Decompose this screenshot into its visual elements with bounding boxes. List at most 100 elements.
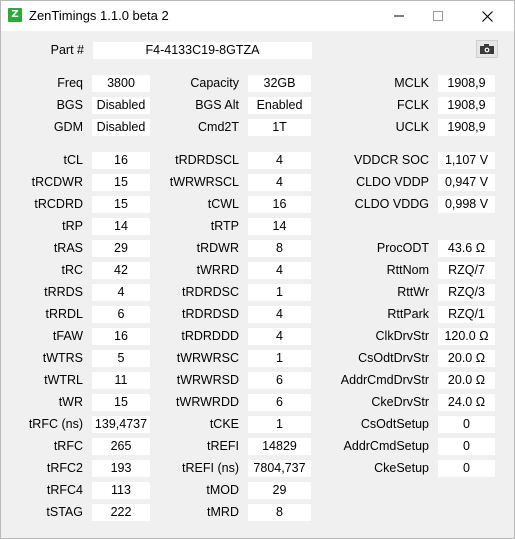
- twrrd-value: 4: [248, 262, 311, 279]
- ckedrvstr-label: CkeDrvStr: [371, 395, 429, 409]
- csodtdrvstr-label: CsOdtDrvStr: [358, 351, 429, 365]
- bgs-alt-label: BGS Alt: [195, 98, 239, 112]
- twrwrsd-label: tWRWRSD: [176, 373, 239, 387]
- twrwrsc-label: tWRWRSC: [176, 351, 239, 365]
- vddcr-soc-label: VDDCR SOC: [353, 153, 429, 167]
- tmod-value: 29: [248, 482, 311, 499]
- vddcr-soc-value: 1,107 V: [438, 152, 495, 169]
- gdm-value: Disabled: [92, 119, 150, 136]
- ckedrvstr-value: 24.0 Ω: [438, 394, 495, 411]
- trefi-label: tREFI: [207, 439, 239, 453]
- tcwl-label: tCWL: [207, 197, 239, 211]
- tras-value: 29: [92, 240, 150, 257]
- trtp-value: 14: [248, 218, 311, 235]
- trfc-ns-value: 139,4737: [92, 416, 150, 433]
- close-button[interactable]: [464, 1, 510, 31]
- timings-panel: Part # F4-4133C19-8GTZA Freq 3800 BGS Disab…: [4, 31, 511, 536]
- twtrl-label: tWTRL: [44, 373, 83, 387]
- uclk-label: UCLK: [395, 120, 429, 134]
- minimize-icon: [394, 15, 404, 17]
- app-icon: Z: [8, 8, 22, 22]
- trdrdscl-label: tRDRDSCL: [175, 153, 239, 167]
- clkdrvstr-label: ClkDrvStr: [375, 329, 429, 343]
- tstag-value: 222: [92, 504, 150, 521]
- twtrs-label: tWTRS: [42, 351, 83, 365]
- part-number-label: Part #: [50, 43, 84, 57]
- twrwrscl-value: 4: [248, 174, 311, 191]
- trdrdsd-value: 4: [248, 306, 311, 323]
- cldo-vddg-value: 0,998 V: [438, 196, 495, 213]
- mclk-value: 1908,9: [438, 75, 495, 92]
- freq-value: 3800: [92, 75, 150, 92]
- cmd2t-value: 1T: [248, 119, 311, 136]
- trp-value: 14: [92, 218, 150, 235]
- twr-label: tWR: [58, 395, 83, 409]
- twtrl-value: 11: [92, 372, 150, 389]
- tcwl-value: 16: [248, 196, 311, 213]
- twtrs-value: 5: [92, 350, 150, 367]
- procodt-value: 43.6 Ω: [438, 240, 495, 257]
- capacity-label: Capacity: [190, 76, 239, 90]
- trfc2-label: tRFC2: [46, 461, 83, 475]
- trfc2-value: 193: [92, 460, 150, 477]
- tcl-value: 16: [92, 152, 150, 169]
- trfc-label: tRFC: [53, 439, 83, 453]
- bgs-value: Disabled: [92, 97, 150, 114]
- rttnom-value: RZQ/7: [438, 262, 495, 279]
- twrwrsd-value: 6: [248, 372, 311, 389]
- trdrdsc-value: 1: [248, 284, 311, 301]
- csodtsetup-value: 0: [438, 416, 495, 433]
- trdrddd-label: tRDRDDD: [181, 329, 239, 343]
- ckesetup-value: 0: [438, 460, 495, 477]
- addrcmdsetup-value: 0: [438, 438, 495, 455]
- rttwr-value: RZQ/3: [438, 284, 495, 301]
- trdrddd-value: 4: [248, 328, 311, 345]
- rttpark-value: RZQ/1: [438, 306, 495, 323]
- rttwr-label: RttWr: [397, 285, 429, 299]
- cmd2t-label: Cmd2T: [198, 120, 239, 134]
- trc-label: tRC: [61, 263, 83, 277]
- twrwrdd-label: tWRWRDD: [176, 395, 239, 409]
- window-title: ZenTimings 1.1.0 beta 2: [29, 8, 169, 23]
- trefi-ns-label: tREFI (ns): [182, 461, 239, 475]
- fclk-value: 1908,9: [438, 97, 495, 114]
- zentimings-window: Z ZenTimings 1.1.0 beta 2 Part # F4-4133…: [0, 0, 515, 539]
- csodtdrvstr-value: 20.0 Ω: [438, 350, 495, 367]
- maximize-icon: [433, 11, 443, 21]
- trdrdscl-value: 4: [248, 152, 311, 169]
- tras-label: tRAS: [53, 241, 83, 255]
- tmod-label: tMOD: [206, 483, 239, 497]
- trdwr-value: 8: [248, 240, 311, 257]
- addrcmddrvstr-value: 20.0 Ω: [438, 372, 495, 389]
- screenshot-button[interactable]: [476, 40, 498, 58]
- tcl-label: tCL: [63, 153, 83, 167]
- bgs-alt-value: Enabled: [248, 97, 311, 114]
- twrwrdd-value: 6: [248, 394, 311, 411]
- gdm-label: GDM: [53, 120, 83, 134]
- tmrd-label: tMRD: [207, 505, 239, 519]
- trdwr-label: tRDWR: [196, 241, 239, 255]
- trfc-ns-label: tRFC (ns): [28, 417, 83, 431]
- trdrdsd-label: tRDRDSD: [182, 307, 239, 321]
- bgs-label: BGS: [56, 98, 83, 112]
- trrds-label: tRRDS: [44, 285, 83, 299]
- capacity-value: 32GB: [248, 75, 311, 92]
- cldo-vddp-label: CLDO VDDP: [356, 175, 429, 189]
- rttpark-label: RttPark: [387, 307, 429, 321]
- trrds-value: 4: [92, 284, 150, 301]
- maximize-button[interactable]: [415, 1, 461, 31]
- trfc4-value: 113: [92, 482, 150, 499]
- cldo-vddg-label: CLDO VDDG: [354, 197, 429, 211]
- title-bar[interactable]: Z ZenTimings 1.1.0 beta 2: [1, 1, 514, 31]
- addrcmdsetup-label: AddrCmdSetup: [343, 439, 429, 453]
- clkdrvstr-value: 120.0 Ω: [438, 328, 495, 345]
- procodt-label: ProcODT: [376, 241, 429, 255]
- trcdwr-label: tRCDWR: [31, 175, 83, 189]
- trp-label: tRP: [62, 219, 83, 233]
- tfaw-value: 16: [92, 328, 150, 345]
- trefi-ns-value: 7804,737: [248, 460, 311, 477]
- trdrdsc-label: tRDRDSC: [182, 285, 239, 299]
- trfc-value: 265: [92, 438, 150, 455]
- tfaw-label: tFAW: [52, 329, 83, 343]
- tstag-label: tSTAG: [46, 505, 83, 519]
